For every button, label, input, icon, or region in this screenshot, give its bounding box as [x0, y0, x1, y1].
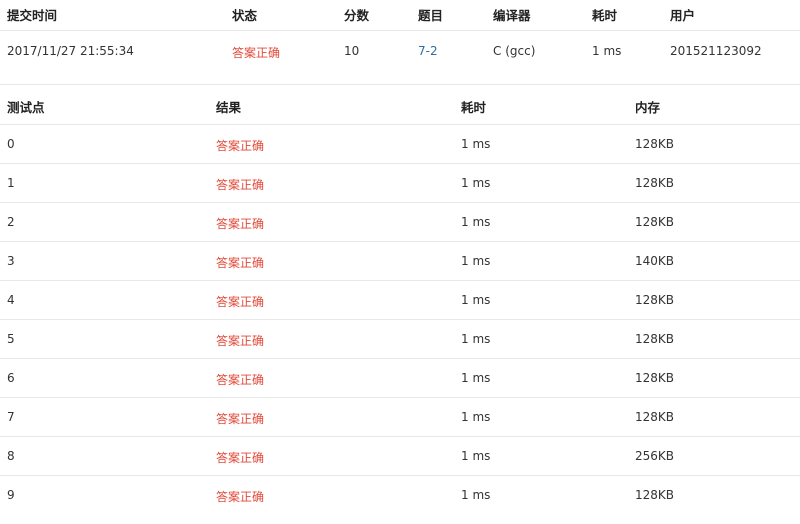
testpoint-memory: 128KB [635, 371, 675, 385]
testpoint-index: 1 [7, 176, 15, 190]
testpoint-row: 8 答案正确 1 ms 256KB [0, 437, 800, 476]
testpoint-index: 5 [7, 332, 15, 346]
testpoint-index: 8 [7, 449, 15, 463]
testpoint-index: 9 [7, 488, 15, 502]
testpoint-memory: 140KB [635, 254, 675, 268]
testpoint-time: 1 ms [461, 254, 491, 268]
testpoint-row: 6 答案正确 1 ms 128KB [0, 359, 800, 398]
testpoint-row: 0 答案正确 1 ms 128KB [0, 125, 800, 164]
header-problem: 题目 [418, 8, 444, 23]
header-testpoint: 测试点 [7, 100, 45, 115]
submit-time-value: 2017/11/27 21:55:34 [7, 44, 134, 58]
testpoint-result: 答案正确 [216, 217, 265, 231]
testpoint-result: 答案正确 [216, 295, 265, 309]
testpoint-row: 1 答案正确 1 ms 128KB [0, 164, 800, 203]
problem-link[interactable]: 7-2 [418, 44, 438, 58]
time-used-value: 1 ms [592, 44, 622, 58]
header-compiler: 编译器 [493, 8, 531, 23]
user-value: 201521123092 [670, 44, 762, 58]
testpoint-index: 0 [7, 137, 15, 151]
testpoint-memory: 128KB [635, 293, 675, 307]
testpoint-memory: 256KB [635, 449, 675, 463]
testpoint-memory: 128KB [635, 137, 675, 151]
compiler-value: C (gcc) [493, 44, 536, 58]
testpoint-memory: 128KB [635, 215, 675, 229]
summary-header-row: 提交时间 状态 分数 题目 编译器 耗时 用户 [0, 0, 800, 31]
testpoint-time: 1 ms [461, 449, 491, 463]
testpoint-time: 1 ms [461, 371, 491, 385]
header-score: 分数 [344, 8, 370, 23]
testpoint-memory: 128KB [635, 332, 675, 346]
header-status: 状态 [232, 8, 258, 23]
summary-data-row: 2017/11/27 21:55:34 答案正确 10 7-2 C (gcc) … [0, 31, 800, 85]
header-memory: 内存 [635, 100, 661, 115]
testpoint-time: 1 ms [461, 410, 491, 424]
testpoint-result: 答案正确 [216, 139, 265, 153]
status-value: 答案正确 [232, 46, 281, 60]
testpoint-memory: 128KB [635, 176, 675, 190]
testpoint-index: 4 [7, 293, 15, 307]
testpoint-time: 1 ms [461, 215, 491, 229]
testpoint-rows: 0 答案正确 1 ms 128KB 1 答案正确 1 ms 128KB 2 答案正确 1 ms 128… [0, 125, 800, 515]
header-time-used: 耗时 [592, 8, 618, 23]
testpoint-time: 1 ms [461, 293, 491, 307]
score-value: 10 [344, 44, 360, 58]
testpoint-result: 答案正确 [216, 334, 265, 348]
testpoint-memory: 128KB [635, 488, 675, 502]
testpoint-result: 答案正确 [216, 373, 265, 387]
header-submit-time: 提交时间 [7, 8, 58, 23]
header-result: 结果 [216, 100, 242, 115]
testpoint-row: 5 答案正确 1 ms 128KB [0, 320, 800, 359]
testpoint-row: 4 答案正确 1 ms 128KB [0, 281, 800, 320]
testpoint-memory: 128KB [635, 410, 675, 424]
submission-summary-table: 提交时间 状态 分数 题目 编译器 耗时 用户 2017/11/27 21:55… [0, 0, 800, 85]
testpoint-time: 1 ms [461, 176, 491, 190]
testpoint-row: 2 答案正确 1 ms 128KB [0, 203, 800, 242]
testpoint-result: 答案正确 [216, 256, 265, 270]
testpoint-index: 3 [7, 254, 15, 268]
testpoint-time: 1 ms [461, 332, 491, 346]
testpoint-index: 2 [7, 215, 15, 229]
testpoint-row: 7 答案正确 1 ms 128KB [0, 398, 800, 437]
testpoint-header-row: 测试点 结果 耗时 内存 [0, 86, 800, 125]
header-user: 用户 [670, 8, 696, 23]
testpoint-index: 7 [7, 410, 15, 424]
testpoint-time: 1 ms [461, 488, 491, 502]
testpoint-index: 6 [7, 371, 15, 385]
testpoint-result: 答案正确 [216, 451, 265, 465]
testpoint-row: 9 答案正确 1 ms 128KB [0, 476, 800, 515]
testpoint-row: 3 答案正确 1 ms 140KB [0, 242, 800, 281]
testpoint-result: 答案正确 [216, 490, 265, 504]
testpoint-result: 答案正确 [216, 412, 265, 426]
testpoint-time: 1 ms [461, 137, 491, 151]
header-time: 耗时 [461, 100, 487, 115]
testpoint-table: 测试点 结果 耗时 内存 0 答案正确 1 ms 128KB 1 答案正确 1 ms 128K… [0, 86, 800, 515]
testpoint-result: 答案正确 [216, 178, 265, 192]
